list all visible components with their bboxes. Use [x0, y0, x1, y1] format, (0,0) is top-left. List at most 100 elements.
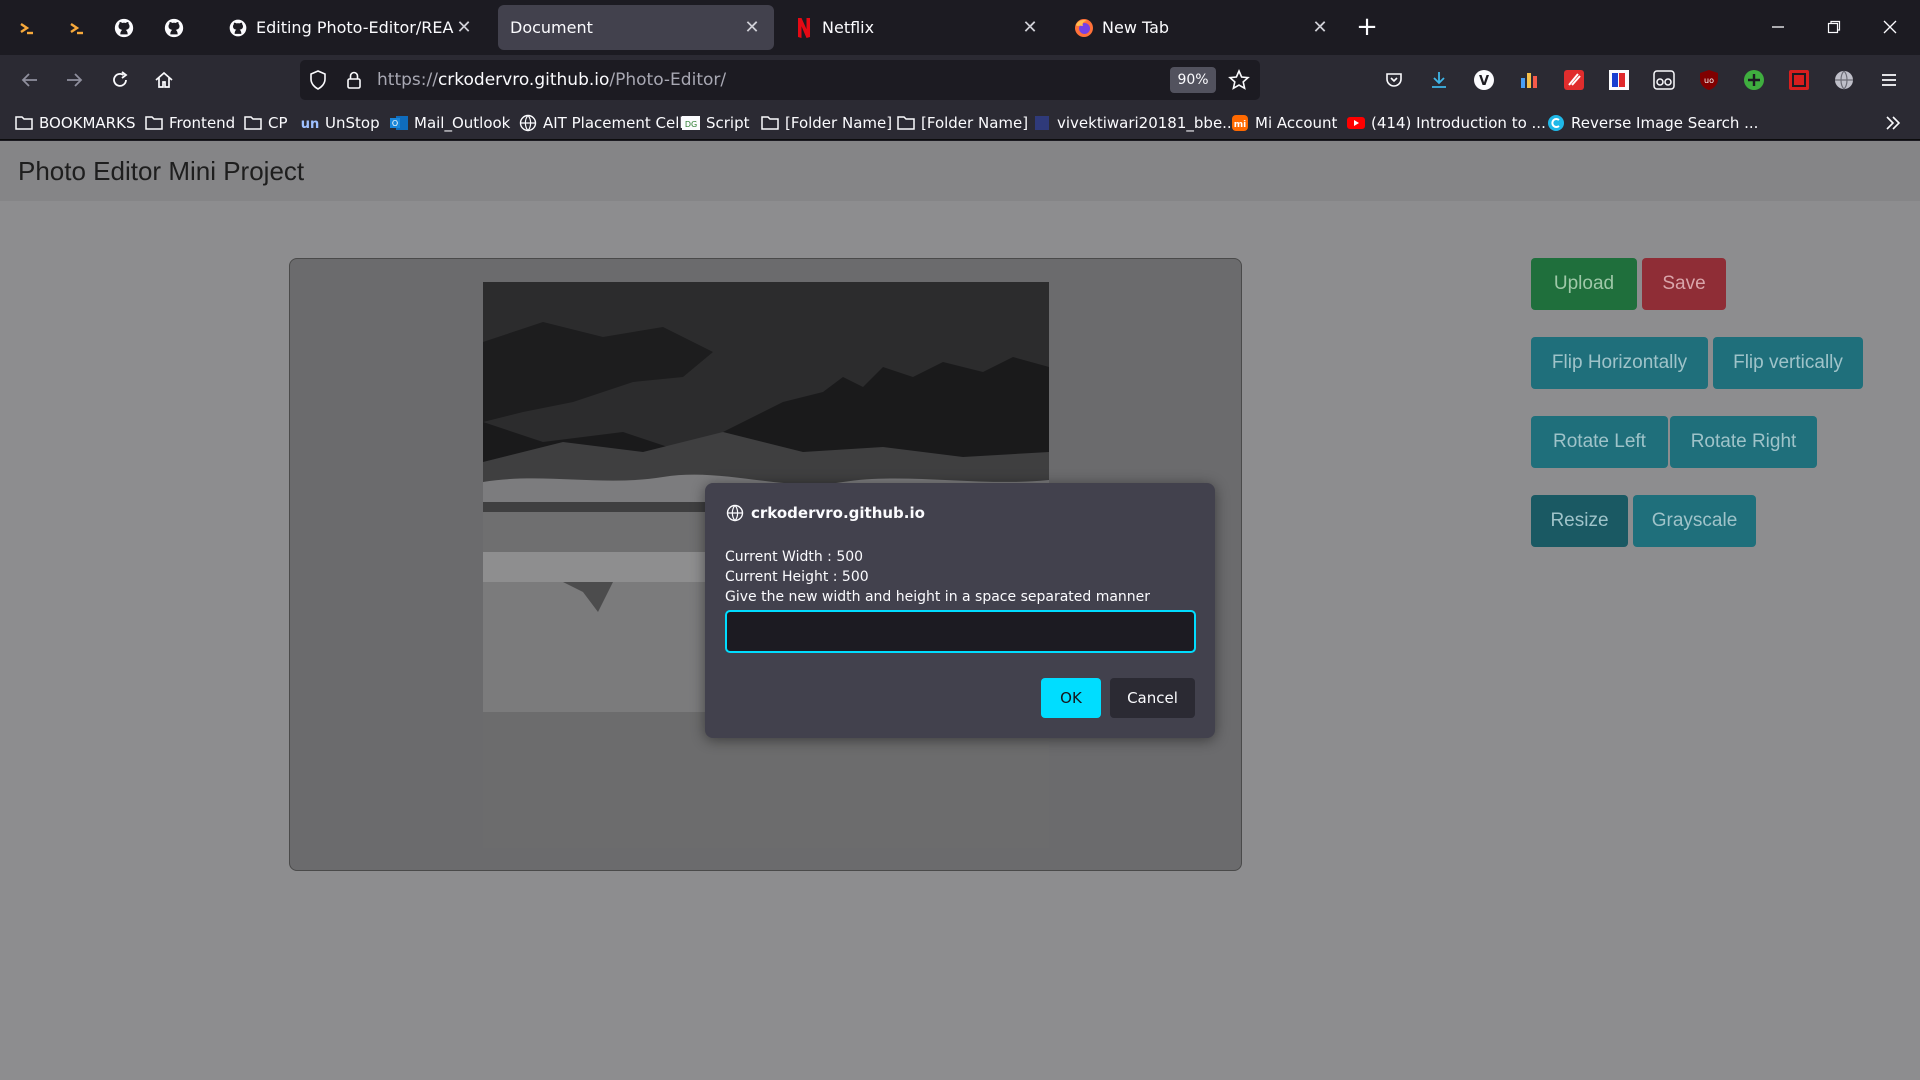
cancel-button[interactable]: Cancel	[1110, 678, 1195, 718]
folder-icon	[760, 113, 780, 133]
flip-horizontally-button[interactable]: Flip Horizontally	[1531, 337, 1708, 389]
add-extension-icon[interactable]	[1741, 67, 1767, 93]
dialog-origin: crkodervro.github.io	[725, 503, 925, 523]
home-button[interactable]	[148, 64, 180, 96]
firefox-icon	[1074, 18, 1094, 38]
tab-new-tab[interactable]: New Tab ✕	[1062, 5, 1342, 50]
chart-extension-icon[interactable]	[1516, 67, 1542, 93]
site-icon	[1032, 113, 1052, 133]
pinned-tab-github-2[interactable]	[160, 14, 188, 42]
close-icon[interactable]: ✕	[1310, 17, 1330, 38]
outlook-icon: O	[389, 113, 409, 133]
minimize-button[interactable]	[1758, 10, 1798, 44]
bookmark-label: AIT Placement Cell	[543, 114, 684, 132]
bookmark-script[interactable]: DG Script	[681, 111, 750, 135]
bookmark-label: vivektiwari20181_bbe...	[1057, 114, 1237, 132]
bookmark-folder-name-2[interactable]: [Folder Name]	[896, 111, 1028, 135]
svg-text:un: un	[301, 117, 320, 131]
tab-title: Editing Photo-Editor/README.m	[256, 18, 454, 37]
bookmark-folder-bookmarks[interactable]: BOOKMARKS	[14, 111, 135, 135]
tab-title: New Tab	[1102, 18, 1170, 37]
rotate-right-button[interactable]: Rotate Right	[1670, 416, 1817, 468]
bookmark-vivektiwari[interactable]: vivektiwari20181_bbe...	[1032, 111, 1236, 135]
url-path: /Photo-Editor/	[609, 70, 727, 90]
dialog-origin-text: crkodervro.github.io	[751, 504, 925, 522]
minimize-icon	[1772, 26, 1784, 28]
chevron-double-right-icon[interactable]	[1880, 111, 1906, 135]
resize-button[interactable]: Resize	[1531, 495, 1628, 547]
folder-icon	[14, 113, 34, 133]
close-window-button[interactable]	[1870, 10, 1910, 44]
folder-icon	[896, 113, 916, 133]
rotate-left-button[interactable]: Rotate Left	[1531, 416, 1668, 468]
screenshot-extension-icon[interactable]	[1786, 67, 1812, 93]
folder-icon	[243, 113, 263, 133]
grayscale-button[interactable]: Grayscale	[1633, 495, 1756, 547]
reader-glasses-icon[interactable]	[1651, 67, 1677, 93]
globe-icon	[518, 113, 538, 133]
bookmark-folder-cp[interactable]: CP	[243, 111, 288, 135]
bookmark-label: [Folder Name]	[785, 114, 893, 132]
tab-netflix[interactable]: Netflix ✕	[782, 5, 1052, 50]
page-header: Photo Editor Mini Project	[0, 141, 1920, 201]
forward-arrow-icon	[67, 73, 83, 87]
flip-vertically-button[interactable]: Flip vertically	[1713, 337, 1863, 389]
ublock-origin-icon[interactable]: uo	[1696, 67, 1722, 93]
new-tab-button[interactable]: +	[1352, 13, 1382, 43]
bookmark-mi-account[interactable]: mi Mi Account	[1230, 111, 1337, 135]
bookmark-youtube-introduction[interactable]: (414) Introduction to ...	[1346, 111, 1546, 135]
hacker-icon	[20, 23, 33, 35]
shield-icon[interactable]	[306, 68, 330, 92]
flag-extension-icon[interactable]	[1606, 67, 1632, 93]
lock-icon[interactable]	[342, 68, 366, 92]
restore-icon	[1827, 20, 1841, 34]
url-text[interactable]: https://crkodervro.github.io/Photo-Edito…	[377, 70, 726, 90]
vivaldi-extension-icon[interactable]: V	[1471, 67, 1497, 93]
hacker-icon	[70, 23, 83, 35]
close-icon[interactable]: ✕	[454, 17, 474, 38]
svg-text:mi: mi	[1234, 120, 1246, 130]
downloads-icon[interactable]	[1426, 67, 1452, 93]
svg-text:uo: uo	[1704, 76, 1714, 85]
globe-extension-icon[interactable]	[1831, 67, 1857, 93]
upload-button[interactable]: Upload	[1531, 258, 1637, 310]
zoom-indicator[interactable]: 90%	[1170, 67, 1216, 93]
page-title: Photo Editor Mini Project	[18, 156, 305, 186]
pinned-tab-github[interactable]	[110, 14, 138, 42]
bookmark-mail-outlook[interactable]: O Mail_Outlook	[389, 111, 510, 135]
bookmark-label: Mi Account	[1255, 114, 1338, 132]
hamburger-menu-icon[interactable]	[1876, 67, 1902, 93]
pinned-tab-2[interactable]	[63, 14, 91, 42]
bookmark-star-icon[interactable]	[1226, 67, 1252, 93]
tab-document[interactable]: Document ✕	[498, 5, 774, 50]
bookmark-folder-frontend[interactable]: Frontend	[144, 111, 235, 135]
close-icon[interactable]: ✕	[1020, 17, 1040, 38]
tab-title: Netflix	[822, 18, 875, 37]
bookmark-label: Reverse Image Search ...	[1571, 114, 1759, 132]
forward-button[interactable]	[58, 64, 90, 96]
pocket-icon[interactable]	[1381, 67, 1407, 93]
dimensions-input[interactable]	[725, 610, 1196, 653]
reload-button[interactable]	[104, 64, 136, 96]
url-host: crkodervro.github.io	[437, 70, 610, 90]
bookmark-ait-placement[interactable]: AIT Placement Cell	[518, 111, 684, 135]
restore-button[interactable]	[1814, 10, 1854, 44]
save-button[interactable]: Save	[1642, 258, 1726, 310]
bookmark-unstop[interactable]: un UnStop	[300, 111, 380, 135]
svg-text:V: V	[1479, 74, 1489, 89]
ok-button[interactable]: OK	[1041, 678, 1101, 718]
address-bar[interactable]: https://crkodervro.github.io/Photo-Edito…	[300, 60, 1260, 100]
close-icon[interactable]: ✕	[742, 17, 762, 38]
unstop-icon: un	[300, 113, 320, 133]
bookmark-reverse-image-search[interactable]: Reverse Image Search ...	[1546, 111, 1758, 135]
home-icon	[155, 71, 173, 88]
highlighter-extension-icon[interactable]	[1561, 67, 1587, 93]
mi-icon: mi	[1230, 113, 1250, 133]
bookmarks-toolbar: BOOKMARKS Frontend CP un UnStop O Mail_O…	[0, 105, 1920, 140]
bookmark-folder-name-1[interactable]: [Folder Name]	[760, 111, 892, 135]
pinned-tab-vscode[interactable]	[13, 14, 41, 42]
netflix-icon	[794, 17, 814, 38]
bookmark-label: BOOKMARKS	[39, 114, 136, 132]
tab-editing-readme[interactable]: Editing Photo-Editor/README.m ✕	[216, 5, 486, 50]
back-button[interactable]	[14, 64, 46, 96]
